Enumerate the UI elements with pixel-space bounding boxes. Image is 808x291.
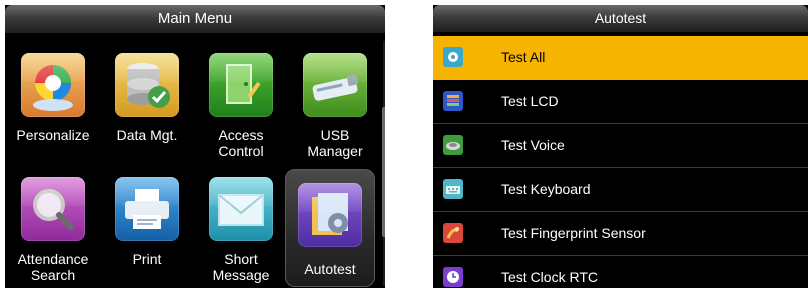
main-menu-screen: Main Menu Personalize Data Mgt. Access C… — [5, 5, 385, 288]
menu-item-usb-manager[interactable]: USB Manager — [290, 45, 380, 161]
autotest-item-label: Test All — [501, 49, 546, 65]
autotest-item-test-all[interactable]: Test All — [433, 36, 808, 80]
database-icon — [115, 53, 179, 117]
menu-item-data-mgt[interactable]: Data Mgt. — [102, 45, 192, 161]
autotest-item-test-lcd[interactable]: Test LCD — [433, 80, 808, 124]
autotest-item-test-voice[interactable]: Test Voice — [433, 124, 808, 168]
clock-icon — [443, 267, 463, 287]
magnifier-icon — [21, 177, 85, 241]
menu-item-label: Attendance Search — [17, 251, 89, 283]
printer-icon — [115, 177, 179, 241]
test-all-icon — [443, 47, 463, 67]
menu-item-label: Short Message — [212, 251, 270, 283]
menu-item-label: Personalize — [16, 127, 90, 143]
menu-item-autotest[interactable]: Autotest — [285, 169, 375, 287]
autotest-icon — [298, 183, 362, 247]
fingerprint-icon — [443, 223, 463, 243]
personalize-icon — [21, 53, 85, 117]
keyboard-icon — [443, 179, 463, 199]
menu-item-short-message[interactable]: Short Message — [196, 169, 286, 285]
autotest-item-test-clock-rtc[interactable]: Test Clock RTC — [433, 256, 808, 288]
speaker-icon — [443, 135, 463, 155]
menu-item-label: Data Mgt. — [116, 127, 178, 143]
menu-item-label: USB Manager — [307, 127, 363, 159]
autotest-item-label: Test Keyboard — [501, 181, 591, 197]
menu-item-label: Print — [132, 251, 162, 267]
door-icon — [209, 53, 273, 117]
autotest-item-test-keyboard[interactable]: Test Keyboard — [433, 168, 808, 212]
usb-drive-icon — [303, 53, 367, 117]
menu-item-print[interactable]: Print — [102, 169, 192, 285]
autotest-item-label: Test Voice — [501, 137, 565, 153]
menu-item-label: Access Control — [218, 127, 264, 159]
autotest-title: Autotest — [433, 5, 808, 32]
main-menu-title: Main Menu — [5, 5, 385, 33]
menu-item-personalize[interactable]: Personalize — [8, 45, 98, 161]
autotest-item-label: Test Clock RTC — [501, 269, 598, 285]
autotest-screen: Autotest Test All Test LCD Test Voice Te… — [433, 5, 808, 288]
envelope-icon — [209, 177, 273, 241]
scrollbar-thumb[interactable] — [382, 107, 385, 237]
lcd-icon — [443, 91, 463, 111]
autotest-item-test-fingerprint-sensor[interactable]: Test Fingerprint Sensor — [433, 212, 808, 256]
autotest-item-label: Test LCD — [501, 93, 559, 109]
autotest-item-label: Test Fingerprint Sensor — [501, 225, 646, 241]
menu-item-attendance-search[interactable]: Attendance Search — [8, 169, 98, 285]
menu-item-access-control[interactable]: Access Control — [196, 45, 286, 161]
menu-item-label: Autotest — [304, 261, 356, 277]
